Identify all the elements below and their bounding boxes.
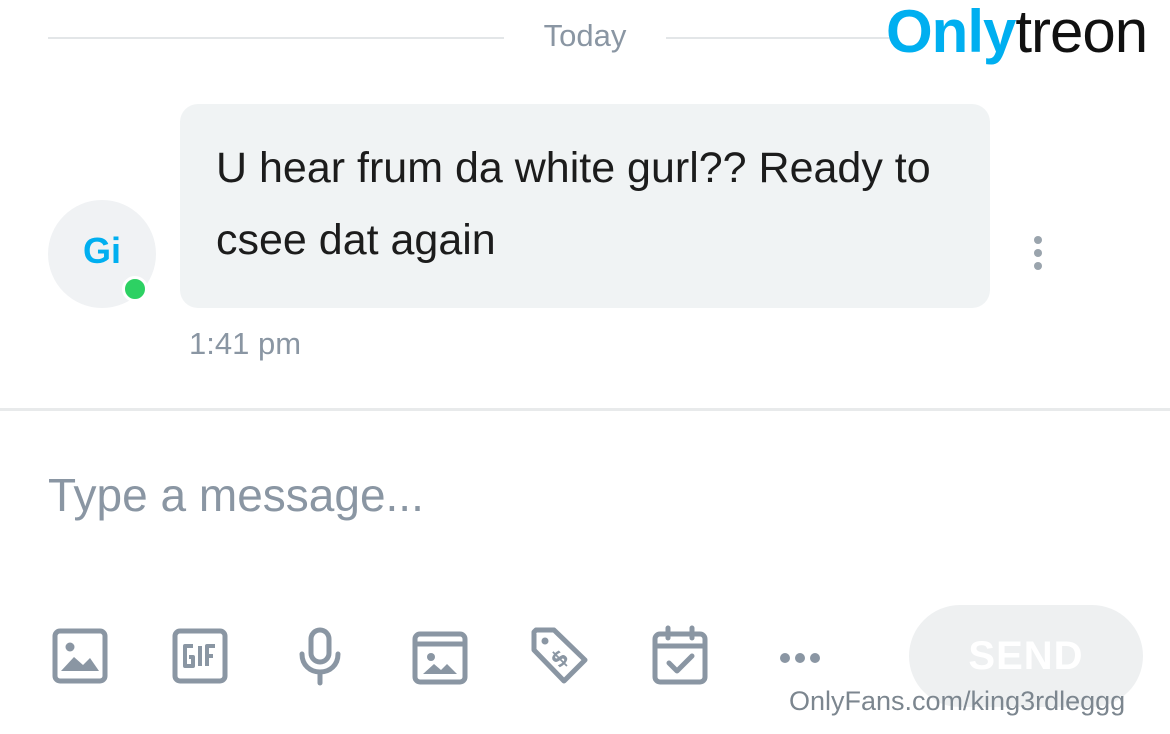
more-vertical-icon[interactable] <box>1026 236 1050 274</box>
message-timestamp: 1:41 pm <box>189 326 302 361</box>
vault-icon[interactable] <box>408 624 472 688</box>
microphone-icon[interactable] <box>288 624 352 688</box>
chat-screen: Today Onlytreon Gi U hear frum da white … <box>0 0 1170 734</box>
more-horizontal-icon[interactable] <box>768 624 832 688</box>
message-bubble[interactable]: U hear frum da white gurl?? Ready to cse… <box>180 104 990 308</box>
watermark-url: OnlyFans.com/king3rdleggg <box>789 686 1126 716</box>
watermark-logo-part2: treon <box>1015 0 1148 65</box>
composer-divider <box>0 408 1170 411</box>
date-divider-right <box>666 37 896 39</box>
message-input[interactable] <box>48 460 1108 530</box>
online-status-indicator <box>122 276 148 302</box>
avatar-initials: Gi <box>82 230 121 271</box>
watermark-logo: Onlytreon <box>886 0 1148 65</box>
gif-icon[interactable] <box>168 624 232 688</box>
watermark-logo-part1: Only <box>886 0 1016 65</box>
date-label: Today <box>543 18 627 53</box>
avatar[interactable]: Gi <box>48 200 156 308</box>
message-text: U hear frum da white gurl?? Ready to cse… <box>216 144 931 264</box>
calendar-check-icon[interactable] <box>648 624 712 688</box>
image-icon[interactable] <box>48 624 112 688</box>
date-divider-left <box>48 37 504 39</box>
price-tag-icon[interactable]: $ <box>528 624 592 688</box>
